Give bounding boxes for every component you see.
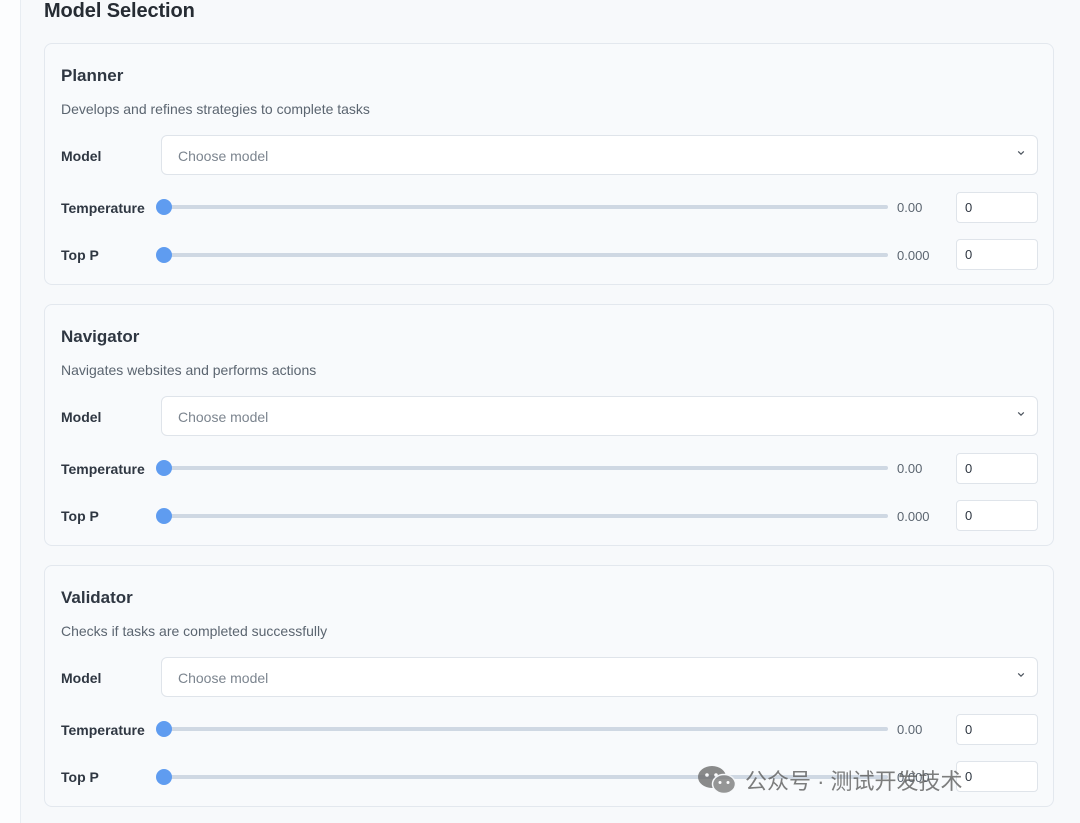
- temperature-label: Temperature: [61, 200, 145, 216]
- model-select-value: Choose model: [178, 670, 269, 686]
- temperature-slider[interactable]: [156, 199, 888, 215]
- card-description: Navigates websites and performs actions: [61, 362, 317, 378]
- temperature-value: 0.00: [897, 461, 923, 476]
- top-p-slider[interactable]: [156, 508, 888, 524]
- top-p-input-value: 0: [965, 247, 973, 262]
- model-select-value: Choose model: [178, 409, 269, 425]
- chevron-down-icon: [1017, 150, 1025, 156]
- temperature-slider-thumb[interactable]: [156, 721, 172, 737]
- card-title: Navigator: [61, 327, 140, 346]
- top-p-input[interactable]: 0: [956, 239, 1038, 270]
- page-title: Model Selection: [44, 0, 195, 22]
- temperature-input-value: 0: [965, 461, 973, 476]
- temperature-input[interactable]: 0: [956, 714, 1038, 745]
- top-p-slider[interactable]: [156, 247, 888, 263]
- chevron-down-icon: [1017, 411, 1025, 417]
- watermark-text: 公众号 · 测试开发技术: [745, 769, 963, 794]
- temperature-slider[interactable]: [156, 721, 888, 737]
- temperature-slider-thumb[interactable]: [156, 199, 172, 215]
- temperature-input-value: 0: [965, 200, 973, 215]
- top-p-input[interactable]: 0: [956, 500, 1038, 531]
- temperature-input-value: 0: [965, 722, 973, 737]
- temperature-input[interactable]: 0: [956, 192, 1038, 223]
- model-select[interactable]: Choose model: [161, 396, 1038, 436]
- top-p-slider-thumb[interactable]: [156, 247, 172, 263]
- model-select[interactable]: Choose model: [161, 135, 1038, 175]
- chevron-down-icon: [1017, 672, 1025, 678]
- top-p-label: Top P: [61, 247, 99, 263]
- watermark: 公众号 · 测试开发技术: [697, 764, 963, 796]
- top-p-label: Top P: [61, 769, 99, 785]
- temperature-value: 0.00: [897, 722, 923, 737]
- card-description: Develops and refines strategies to compl…: [61, 101, 370, 117]
- planner-card: Planner Develops and refines strategies …: [44, 43, 1054, 285]
- model-select-value: Choose model: [178, 148, 269, 164]
- temperature-label: Temperature: [61, 461, 145, 477]
- top-p-input[interactable]: 0: [956, 761, 1038, 792]
- top-p-value: 0.000: [897, 509, 930, 524]
- left-rail: [0, 0, 21, 823]
- top-p-input-value: 0: [965, 769, 973, 784]
- temperature-label: Temperature: [61, 722, 145, 738]
- wechat-icon: [698, 766, 737, 795]
- card-title: Planner: [61, 66, 124, 85]
- top-p-label: Top P: [61, 508, 99, 524]
- model-label: Model: [61, 670, 102, 686]
- top-p-slider-thumb[interactable]: [156, 769, 172, 785]
- temperature-slider-thumb[interactable]: [156, 460, 172, 476]
- navigator-card: Navigator Navigates websites and perform…: [44, 304, 1054, 546]
- temperature-slider[interactable]: [156, 460, 888, 476]
- temperature-value: 0.00: [897, 200, 923, 215]
- card-description: Checks if tasks are completed successful…: [61, 623, 328, 639]
- model-label: Model: [61, 409, 102, 425]
- model-select[interactable]: Choose model: [161, 657, 1038, 697]
- top-p-value: 0.000: [897, 248, 930, 263]
- card-title: Validator: [61, 588, 133, 607]
- top-p-slider-thumb[interactable]: [156, 508, 172, 524]
- model-label: Model: [61, 148, 102, 164]
- top-p-input-value: 0: [965, 508, 973, 523]
- temperature-input[interactable]: 0: [956, 453, 1038, 484]
